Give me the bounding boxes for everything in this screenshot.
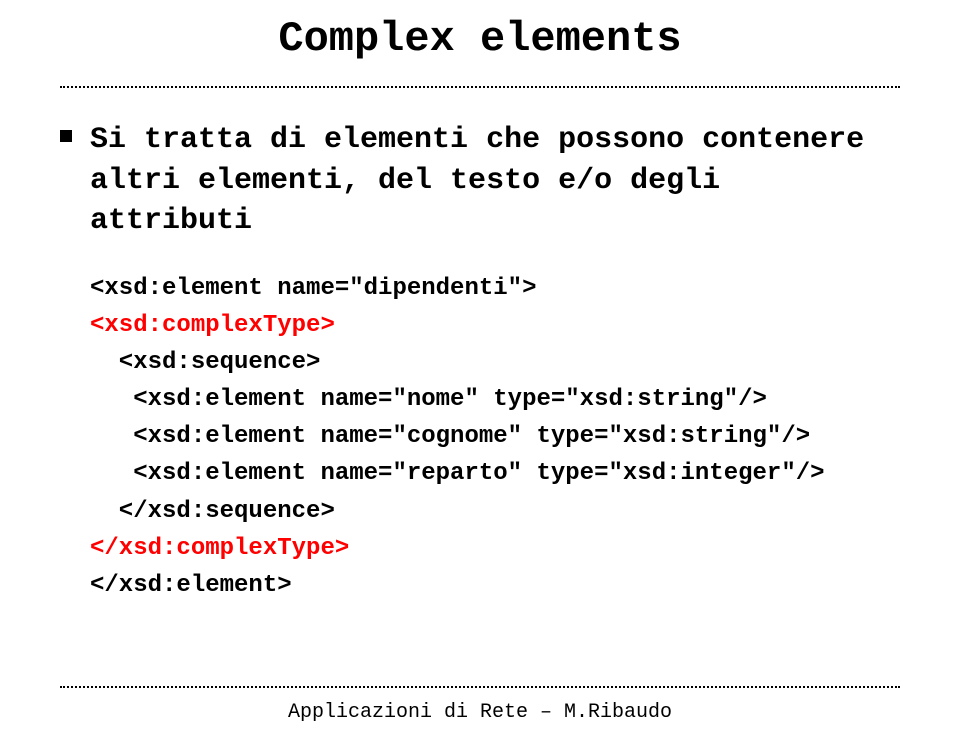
code-line: <xsd:element name="cognome" type="xsd:st… [90,418,900,455]
code-line: <xsd:complexType> [90,307,900,344]
bullet-square-icon [60,130,72,142]
footer-text: Applicazioni di Rete – M.Ribaudo [0,701,960,724]
code-line: <xsd:element name="dipendenti"> [90,270,900,307]
bullet-text: Si tratta di elementi che possono conten… [90,120,900,242]
slide: Complex elements Si tratta di elementi c… [0,0,960,742]
code-block: <xsd:element name="dipendenti"> <xsd:com… [90,270,900,605]
code-line: <xsd:element name="nome" type="xsd:strin… [90,381,900,418]
code-line: </xsd:sequence> [90,493,900,530]
divider-top [60,86,900,88]
code-line: </xsd:complexType> [90,530,900,567]
slide-content: Si tratta di elementi che possono conten… [60,120,900,604]
bullet-item: Si tratta di elementi che possono conten… [60,120,900,242]
code-line: <xsd:sequence> [90,344,900,381]
divider-bottom [60,686,900,688]
code-line: <xsd:element name="reparto" type="xsd:in… [90,455,900,492]
slide-title: Complex elements [0,15,960,63]
code-line: </xsd:element> [90,567,900,604]
